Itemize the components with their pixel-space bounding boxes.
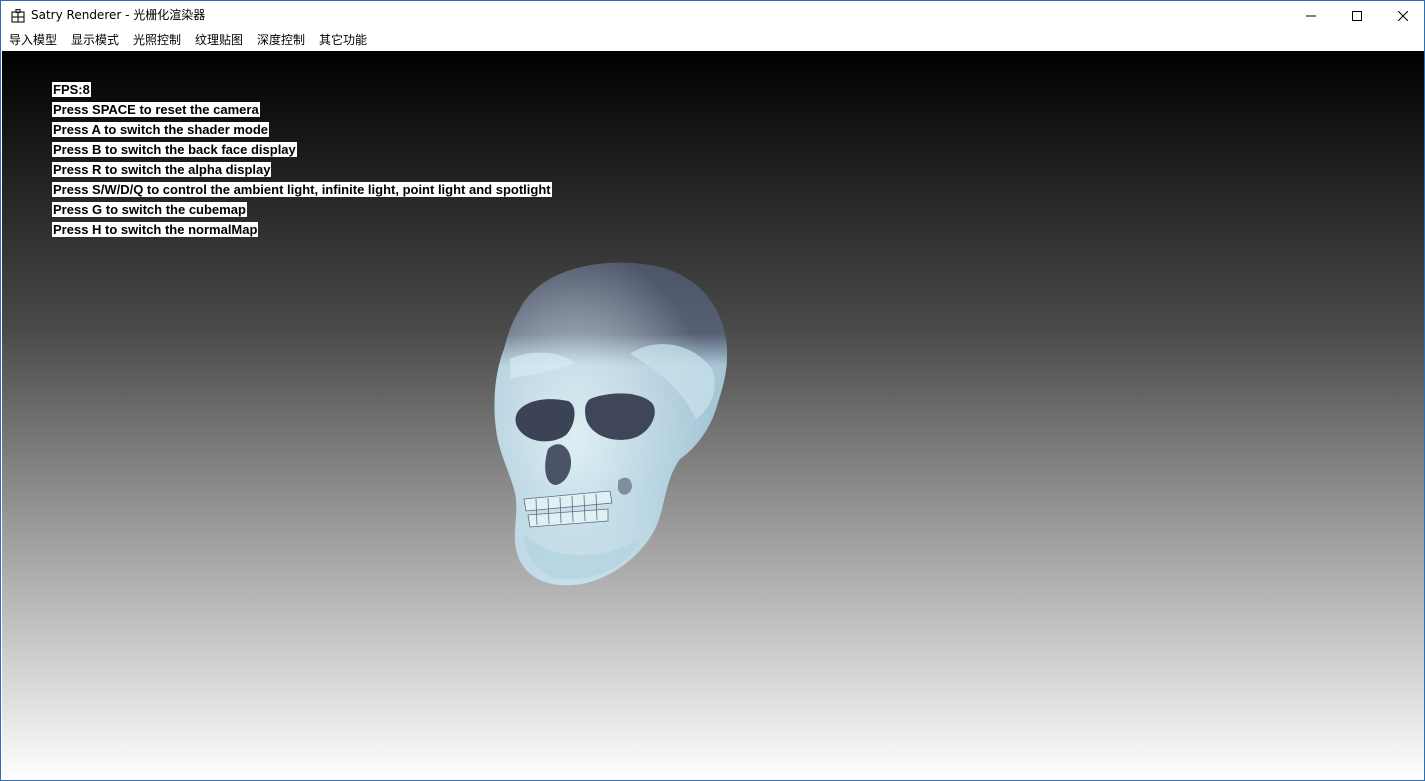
maximize-icon bbox=[1352, 10, 1362, 21]
help-line-cubemap: Press G to switch the cubemap bbox=[52, 202, 247, 217]
title-bar[interactable]: Satry Renderer - 光栅化渲染器 bbox=[1, 1, 1424, 30]
help-line-alpha-display: Press R to switch the alpha display bbox=[52, 162, 272, 177]
help-line-normalmap: Press H to switch the normalMap bbox=[52, 222, 259, 237]
app-window-icon bbox=[11, 8, 25, 23]
help-line-back-face: Press B to switch the back face display bbox=[52, 142, 297, 157]
minimize-button[interactable] bbox=[1288, 1, 1334, 30]
menu-item-texture-mapping[interactable]: 纹理贴图 bbox=[194, 32, 244, 49]
help-line-lights: Press S/W/D/Q to control the ambient lig… bbox=[52, 182, 552, 197]
maximize-button[interactable] bbox=[1334, 1, 1380, 30]
menu-item-lighting-control[interactable]: 光照控制 bbox=[132, 32, 182, 49]
menu-item-other-functions[interactable]: 其它功能 bbox=[318, 32, 368, 49]
menu-item-depth-control[interactable]: 深度控制 bbox=[256, 32, 306, 49]
menu-item-display-mode[interactable]: 显示模式 bbox=[70, 32, 120, 49]
close-button[interactable] bbox=[1380, 1, 1424, 30]
skull-model bbox=[494, 262, 728, 586]
minimize-icon bbox=[1306, 11, 1316, 21]
fps-counter: FPS:8 bbox=[52, 82, 91, 97]
help-line-reset-camera: Press SPACE to reset the camera bbox=[52, 102, 260, 117]
help-line-shader-mode: Press A to switch the shader mode bbox=[52, 122, 270, 137]
app-window: Satry Renderer - 光栅化渲染器 导入模型 显示模式 光照控制 纹… bbox=[0, 0, 1425, 781]
render-viewport[interactable]: FPS:8 Press SPACE to reset the camera Pr… bbox=[2, 51, 1424, 780]
menu-bar: 导入模型 显示模式 光照控制 纹理贴图 深度控制 其它功能 bbox=[1, 30, 1424, 50]
window-title: Satry Renderer - 光栅化渲染器 bbox=[31, 8, 206, 22]
menu-item-import-model[interactable]: 导入模型 bbox=[8, 32, 58, 49]
close-icon bbox=[1398, 10, 1408, 21]
